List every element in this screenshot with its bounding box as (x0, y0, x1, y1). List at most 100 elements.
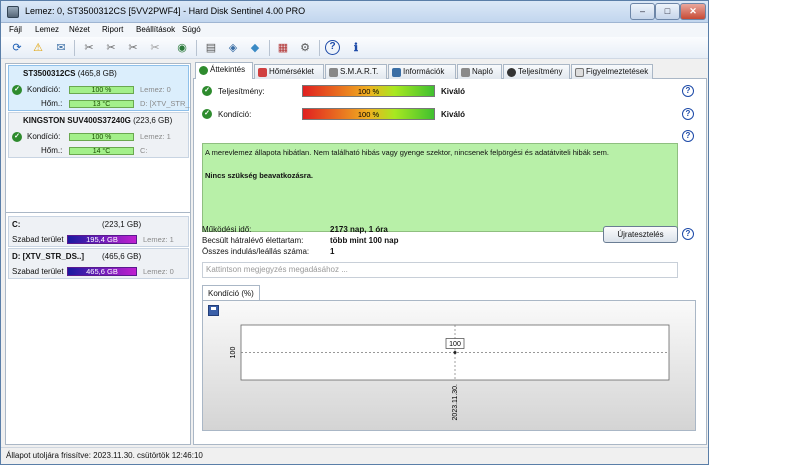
toolbar-separator (74, 40, 75, 56)
toolbar-separator (269, 40, 270, 56)
check-icon (199, 66, 208, 75)
chart-tab-row: Kondíció (%) (202, 285, 696, 301)
menu-settings[interactable]: Beállítások (136, 25, 175, 34)
menu-report[interactable]: Riport (102, 25, 123, 34)
refresh-icon[interactable]: ⟳ (9, 40, 25, 56)
globe-icon[interactable]: ◉ (174, 40, 190, 56)
disk-list-panel: ST3500312CS (465,8 GB) ✓ Kondíció: 100 %… (5, 63, 191, 445)
condition-bar: 100 % (69, 86, 134, 94)
app-icon (7, 6, 19, 18)
document-icon[interactable]: ▤ (203, 40, 219, 56)
volume-size: (223,1 GB) (102, 220, 142, 229)
chart-svg: 100 2023.11.30. 100 (230, 324, 670, 421)
volume-size: (465,6 GB) (102, 252, 142, 261)
disk-icon[interactable]: ◈ (225, 40, 241, 56)
tool-icon[interactable]: ✂ (125, 40, 141, 56)
check-icon: ✓ (12, 85, 22, 95)
disk-item[interactable]: KINGSTON SUV400S37240G (223,6 GB) ✓ Kond… (8, 112, 189, 158)
temperature-label: Hőm.: (41, 146, 63, 155)
thermometer-icon (258, 68, 267, 77)
note-input[interactable]: Kattintson megjegyzés megadásához ... (202, 262, 678, 278)
disk-index-label: Lemez: 1 (140, 132, 171, 141)
status-message: A merevlemez állapota hibátlan. Nem talá… (205, 148, 609, 157)
free-space-label: Szabad terület (12, 267, 64, 276)
data-label: 100 (449, 341, 461, 348)
x-tick-label: 2023.11.30. (452, 384, 459, 421)
help-icon[interactable]: ? (682, 108, 694, 120)
toolbar: ⟳ ⚠ ✉ ✂ ✂ ✂ ✂ ◉ ▤ ◈ ◆ ▦ ⚙ ? ℹ (1, 37, 708, 59)
recommendation-text: Nincs szükség beavatkozásra. (205, 171, 313, 180)
tool-icon[interactable]: ✂ (81, 40, 97, 56)
temperature-bar: 13 °C (69, 100, 134, 108)
condition-status: Kiváló (441, 110, 466, 119)
y-tick-label: 100 (230, 347, 237, 359)
overview-panel: ✓ Teljesítmény: 100 % Kiváló ? ✓ Kondíci… (193, 79, 707, 445)
menu-disk[interactable]: Lemez (35, 25, 59, 34)
volume-name: C: (12, 220, 21, 229)
remaining-life-value: több mint 100 nap (330, 236, 399, 245)
volume-disk-label: Lemez: 1 (143, 235, 174, 244)
help-icon[interactable]: ? (682, 228, 694, 240)
uptime-value: 2173 nap, 1 óra (330, 225, 388, 234)
start-stop-value: 1 (330, 247, 335, 256)
performance-status: Kiváló (441, 87, 466, 96)
volume-name: D: [XTV_STR_DS..] (12, 252, 85, 261)
temperature-bar: 14 °C (69, 147, 134, 155)
condition-gauge: 100 % (302, 108, 435, 120)
status-bar: Állapot utoljára frissítve: 2023.11.30. … (1, 447, 708, 464)
remaining-life-label: Becsült hátralévő élettartam: (202, 236, 304, 245)
tab-temperature[interactable]: Hőmérséklet (254, 64, 324, 79)
tool-icon[interactable]: ✂ (103, 40, 119, 56)
close-button[interactable]: ✕ (680, 3, 706, 20)
info-icon (392, 68, 401, 77)
maximize-button[interactable]: □ (655, 3, 680, 20)
mail-icon[interactable]: ✉ (53, 40, 69, 56)
performance-icon (507, 68, 516, 77)
tab-bar: Áttekintés Hőmérséklet S.M.A.R.T. Inform… (193, 62, 707, 80)
volume-item[interactable]: D: [XTV_STR_DS..] (465,6 GB) Szabad terü… (8, 248, 189, 279)
free-space-bar: 195,4 GB (67, 235, 137, 244)
performance-gauge: 100 % (302, 85, 435, 97)
warning-icon[interactable]: ⚠ (30, 40, 46, 56)
menu-file[interactable]: Fájl (9, 25, 22, 34)
gear-icon[interactable]: ⚙ (297, 40, 313, 56)
condition-label: Kondíció: (218, 110, 252, 119)
status-message-box: A merevlemez állapota hibátlan. Nem talá… (202, 143, 678, 232)
minimize-button[interactable]: – (630, 3, 655, 20)
disk-name: KINGSTON SUV400S37240G (223,6 GB) (23, 116, 173, 125)
condition-chart: 100 2023.11.30. 100 (202, 300, 696, 431)
volume-item[interactable]: C: (223,1 GB) Szabad terület 195,4 GB Le… (8, 216, 189, 247)
smart-icon (329, 68, 338, 77)
info-icon[interactable]: ℹ (348, 40, 364, 56)
chart-icon[interactable]: ▦ (275, 40, 291, 56)
toolbar-separator (319, 40, 320, 56)
disk-name: ST3500312CS (465,8 GB) (23, 69, 117, 78)
help-icon[interactable]: ? (325, 40, 340, 55)
tab-performance[interactable]: Teljesítmény (503, 64, 570, 79)
disk-index-label: Lemez: 0 (140, 85, 171, 94)
disk-item[interactable]: ST3500312CS (465,8 GB) ✓ Kondíció: 100 %… (8, 65, 190, 111)
start-stop-label: Összes indulás/leállás száma: (202, 247, 310, 256)
tab-smart[interactable]: S.M.A.R.T. (325, 64, 387, 79)
tab-alerts[interactable]: Figyelmeztetések (571, 64, 653, 79)
condition-bar: 100 % (69, 133, 134, 141)
network-icon[interactable]: ◆ (247, 40, 263, 56)
window-title: Lemez: 0, ST3500312CS [5VV2PWF4] - Hard … (25, 6, 306, 16)
document-icon (575, 68, 584, 77)
menu-help[interactable]: Súgó (182, 25, 201, 34)
condition-label: Kondíció: (27, 132, 61, 141)
tab-condition-chart[interactable]: Kondíció (%) (202, 285, 260, 301)
help-icon[interactable]: ? (682, 85, 694, 97)
retest-button[interactable]: Újratesztelés (603, 226, 678, 243)
tab-overview[interactable]: Áttekintés (195, 62, 253, 80)
menu-view[interactable]: Nézet (69, 25, 90, 34)
tab-log[interactable]: Napló (457, 64, 502, 79)
check-icon: ✓ (202, 109, 212, 119)
volume-disk-label: Lemez: 0 (143, 267, 174, 276)
data-point (453, 351, 457, 354)
help-icon[interactable]: ? (682, 130, 694, 142)
tab-information[interactable]: Információk (388, 64, 456, 79)
application-window: Lemez: 0, ST3500312CS [5VV2PWF4] - Hard … (0, 0, 709, 465)
check-icon: ✓ (12, 132, 22, 142)
tool-icon[interactable]: ✂ (147, 40, 163, 56)
